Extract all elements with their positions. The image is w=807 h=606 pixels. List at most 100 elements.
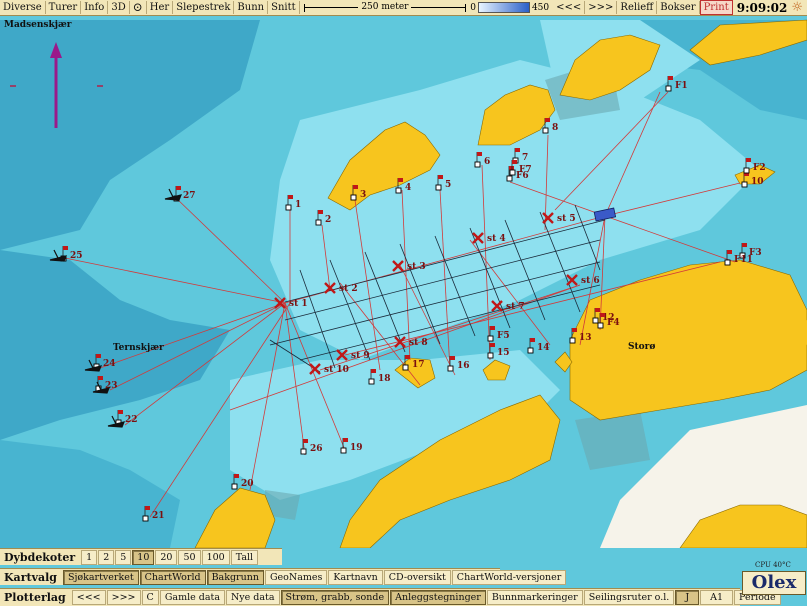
flag-label: 27 [183,191,196,201]
flag-icon [96,354,101,358]
nav-back[interactable]: <<< [553,1,586,14]
sun-icon[interactable]: ☼ [791,0,803,15]
menu-snitt[interactable]: Snitt [268,1,300,14]
flag-icon [668,76,673,80]
menu-info[interactable]: Info [81,1,109,14]
station-label: st 10 [324,365,349,375]
flag-label: 21 [152,511,165,521]
scale-label: 250 meter [358,2,412,12]
flag-icon [288,195,293,199]
station-label: st 3 [407,262,426,272]
menu-diverse[interactable]: Diverse [0,1,46,14]
kart-chartworld[interactable]: ChartWorld [139,569,206,585]
flag-label: 19 [350,443,363,453]
menu-her[interactable]: Her [147,1,174,14]
depth-opt-tall[interactable]: Tall [230,549,259,565]
depth-max: 450 [531,2,550,13]
plot-next[interactable]: >>> [106,590,141,605]
menu-turer[interactable]: Turer [46,1,82,14]
place-madsenskjaer: Madsenskjær [4,20,72,30]
plot-a1[interactable]: A1 [700,590,734,605]
flag-label: 17 [412,360,425,370]
nav-forward[interactable]: >>> [585,1,618,14]
plot-c[interactable]: C [141,590,159,605]
flag-icon [727,250,732,254]
compass-icon[interactable]: ⊙ [130,1,147,14]
station-label: st 7 [506,302,525,312]
flag-icon [595,308,600,312]
olex-logo[interactable]: Olex [742,571,806,595]
plot-bunnmarkeringer[interactable]: Bunnmarkeringer [486,590,583,605]
relieff-button[interactable]: Relieff [617,1,658,14]
kartvalg-panel: Kartvalg Sjøkartverket ChartWorld Bakgru… [0,568,567,585]
flag-icon [512,160,517,164]
chart-map[interactable]: st 1 st 2 st 3 st 4 st 5 st 6 st 7 st 8 st 9st 1… [0,16,807,548]
kart-geonames[interactable]: GeoNames [264,569,328,585]
print-button[interactable]: Print [699,0,733,15]
scale-bar: 250 meter [303,1,467,14]
dybdekoter-title: Dybdekoter [4,550,76,564]
flag-label: 15 [497,348,510,358]
depth-opt-5[interactable]: 5 [115,549,132,565]
flag-label: 13 [579,333,592,343]
depth-min: 0 [470,2,476,13]
clock: 9:09:02 [736,0,788,15]
flag-label: 25 [70,251,83,261]
station-label: st 8 [409,338,428,348]
flag-label: 14 [537,343,550,353]
flag-label: 22 [125,415,138,425]
flag-icon [234,474,239,478]
flag-icon [450,356,455,360]
depth-opt-50[interactable]: 50 [178,549,201,565]
plotterlag-panel: Plotterlag <<< >>> C Gamle data Nye data… [0,588,781,606]
kartvalg-title: Kartvalg [4,570,57,584]
place-ternskjaer: Ternskjær [113,343,164,353]
flag-icon [746,158,751,162]
flag-label: F7 [519,165,532,175]
plotterlag-title: Plotterlag [4,591,66,604]
flag-icon [63,246,68,250]
cpu-status: CPU 40°C [755,561,791,569]
kart-cd-oversikt[interactable]: CD-oversikt [383,569,451,585]
station-label: st 9 [351,351,370,361]
kart-kartnavn[interactable]: Kartnavn [328,569,383,585]
flag-label: 20 [241,479,254,489]
depth-opt-2[interactable]: 2 [98,549,115,565]
flag-icon [742,243,747,247]
flag-icon [176,186,181,190]
plot-seilingsruter[interactable]: Seilingsruter o.l. [583,590,675,605]
depth-opt-100[interactable]: 100 [201,549,230,565]
flag-icon [477,152,482,156]
depth-opt-10[interactable]: 10 [132,549,155,565]
station-label: st 6 [581,276,600,286]
flag-label: 6 [484,157,490,167]
plot-prev[interactable]: <<< [71,590,106,605]
depth-opt-20[interactable]: 20 [155,549,178,565]
flag-icon [98,376,103,380]
flag-label: 1 [295,200,301,210]
plot-strom-grabb-sonde[interactable]: Strøm, grabb, sonde [280,590,390,605]
flag-icon [398,178,403,182]
kart-chartworld-versjoner[interactable]: ChartWorld-versjoner [451,569,567,585]
depth-opt-1[interactable]: 1 [81,549,98,565]
menu-bunn[interactable]: Bunn [234,1,269,14]
flag-label: F5 [497,331,510,341]
plot-nye-data[interactable]: Nye data [225,590,280,605]
menu-3d[interactable]: 3D [108,1,130,14]
flag-icon [509,166,514,170]
station-label: st 5 [557,214,576,224]
plot-gamle-data[interactable]: Gamle data [159,590,225,605]
flag-label: 2 [325,215,331,225]
flag-icon [438,175,443,179]
bokser-button[interactable]: Bokser [657,1,700,14]
plot-j[interactable]: J [675,590,700,605]
flag-icon [318,210,323,214]
menu-slepestrek[interactable]: Slepestrek [173,1,235,14]
station-label: st 4 [487,234,506,244]
plot-anleggstegninger[interactable]: Anleggstegninger [390,590,486,605]
flag-label: 16 [457,361,470,371]
kart-bakgrunn[interactable]: Bakgrunn [206,569,264,585]
flag-icon [145,506,150,510]
flag-icon [405,355,410,359]
kart-sjokartverket[interactable]: Sjøkartverket [62,569,139,585]
